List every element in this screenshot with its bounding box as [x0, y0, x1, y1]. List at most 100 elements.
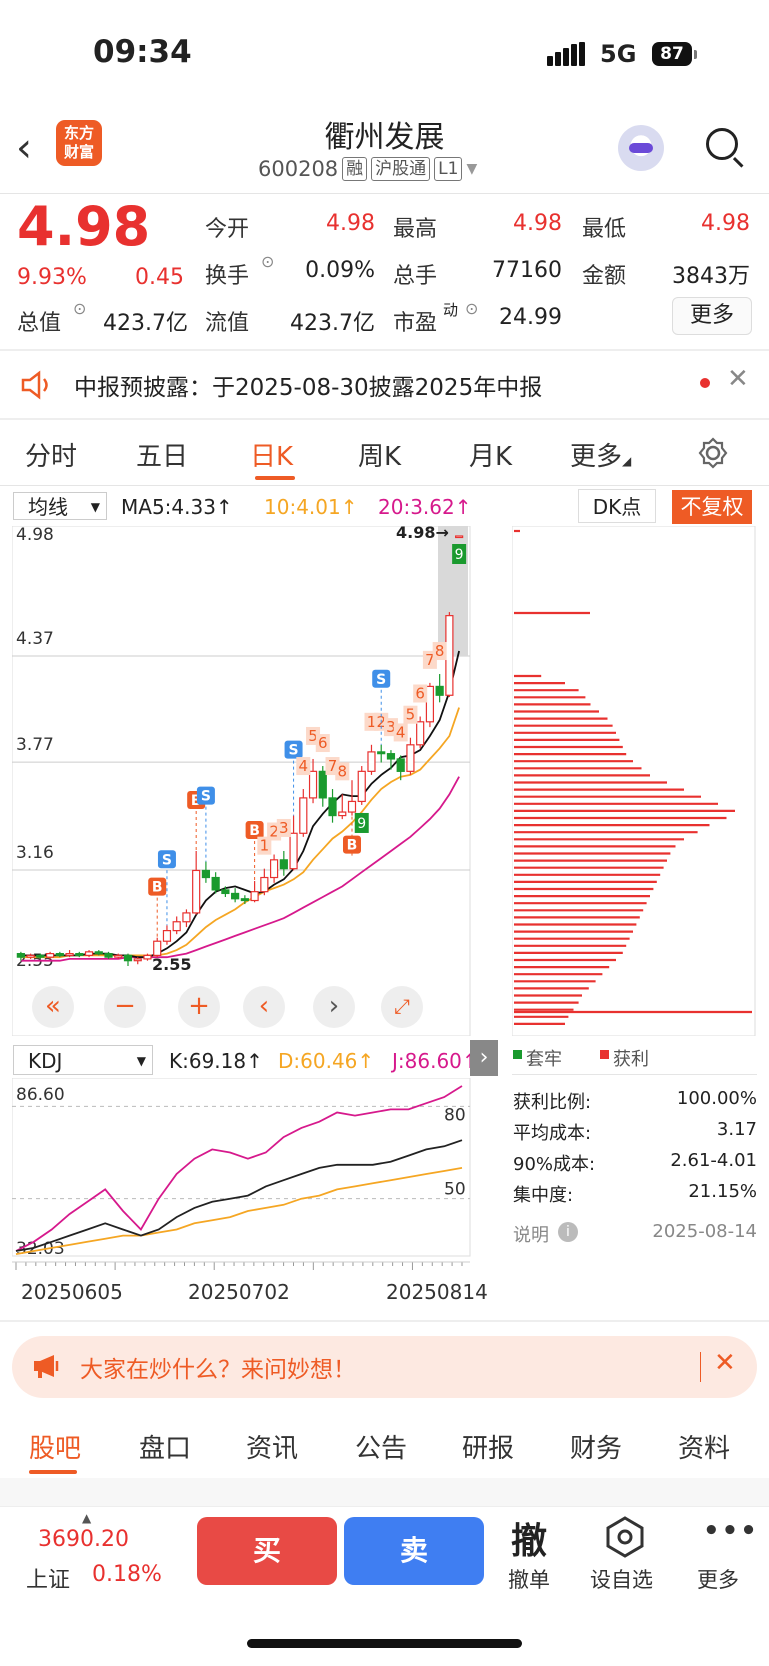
- kdj-k-value: K:69.18↑: [169, 1049, 263, 1073]
- banner-text[interactable]: 大家在炒什么？来问妙想！: [80, 1350, 356, 1384]
- ma5-value: MA5:4.33↑: [121, 495, 233, 519]
- fullscreen-icon[interactable]: ⤢: [381, 986, 423, 1028]
- signal-letter: B: [249, 823, 260, 839]
- search-icon[interactable]: [706, 128, 738, 160]
- kdj-axis-label: 50: [444, 1180, 466, 1200]
- count-number: 6: [318, 734, 328, 752]
- candle-body: [308, 770, 318, 799]
- scroll-left-fast-icon[interactable]: «: [32, 986, 74, 1028]
- candle-body: [65, 953, 74, 956]
- total-cap-value: 423.7亿: [103, 311, 188, 336]
- megaphone-icon: [34, 1355, 59, 1378]
- indicator-selector[interactable]: KDJ ▼: [13, 1045, 153, 1075]
- candle-body: [45, 953, 55, 958]
- divider: [0, 349, 769, 351]
- close-icon[interactable]: ✕: [714, 1348, 736, 1378]
- zoom-out-icon[interactable]: −: [104, 986, 146, 1028]
- kdj-frame: [12, 1078, 471, 1257]
- date-label: 20250702: [188, 1280, 290, 1304]
- note-label[interactable]: 说明: [513, 1221, 549, 1247]
- index-value[interactable]: 3690.20: [38, 1527, 129, 1552]
- info-icon[interactable]: ⊙: [261, 252, 274, 271]
- candle-body: [269, 859, 279, 879]
- tab-daily-k[interactable]: 日K: [250, 436, 293, 473]
- kdj-j-value: J:86.60↑: [392, 1049, 479, 1073]
- candle-body: [289, 832, 298, 870]
- add-watchlist-icon[interactable]: [605, 1516, 645, 1558]
- kdj-chart: 86.60805032.03: [12, 1078, 471, 1270]
- profit-ratio-value: 100.00%: [676, 1088, 757, 1109]
- signal-icon: [547, 42, 587, 66]
- tab-more[interactable]: 更多◢: [570, 436, 631, 473]
- candle-body: [123, 954, 133, 962]
- tab-weekly-k[interactable]: 周K: [358, 436, 401, 473]
- kdj-axis-label: 86.60: [16, 1085, 65, 1105]
- dk-point-button[interactable]: DK点: [578, 489, 656, 523]
- kline-chart[interactable]: 4.984.373.773.162.55BSB SB12 3S45 67 8B91 2S3…: [12, 526, 500, 1036]
- assistant-avatar[interactable]: [618, 125, 664, 171]
- amount-value: 3843万: [672, 264, 750, 289]
- more-dots-icon[interactable]: •••: [703, 1516, 759, 1546]
- active-tab-indicator: [29, 1470, 77, 1474]
- count-number: 8: [337, 762, 347, 780]
- notice-text[interactable]: 中报预披露：于2025-08-30披露2025年中报: [74, 368, 542, 402]
- more-label[interactable]: 更多: [697, 1564, 739, 1594]
- tab-news[interactable]: 资讯: [246, 1428, 298, 1465]
- count-number: 5: [406, 706, 416, 724]
- candle-body: [260, 876, 269, 893]
- more-button[interactable]: 更多: [672, 297, 752, 335]
- candle-body: [377, 751, 386, 755]
- collapse-up-icon[interactable]: ▲: [82, 1511, 91, 1525]
- candle-body: [338, 811, 347, 817]
- close-icon[interactable]: ✕: [727, 364, 749, 394]
- tab-forum[interactable]: 股吧: [29, 1428, 81, 1465]
- info-icon[interactable]: ⊙: [465, 299, 478, 318]
- info-icon[interactable]: ⊙: [73, 299, 86, 318]
- tab-intraday[interactable]: 分时: [25, 436, 77, 473]
- legend-trapped: 套牢: [526, 1049, 562, 1070]
- adjust-button[interactable]: 不复权: [672, 490, 752, 524]
- low-label: 最低: [582, 217, 627, 242]
- sell-button[interactable]: 卖: [344, 1517, 484, 1585]
- expand-panel-icon[interactable]: ›: [470, 1040, 498, 1076]
- legend-profit-swatch: [600, 1050, 609, 1059]
- candle-body: [26, 954, 35, 958]
- candle-body: [231, 892, 240, 900]
- settings-gear-icon[interactable]: [697, 437, 729, 469]
- count-number: 4: [299, 757, 309, 775]
- count-number: 6: [415, 684, 425, 702]
- cost-90-value: 2.61-4.01: [670, 1150, 757, 1171]
- tab-profile[interactable]: 资料: [678, 1428, 730, 1465]
- tab-more-label: 更多: [570, 442, 623, 472]
- date-label: 20250814: [386, 1280, 488, 1304]
- stock-code-row[interactable]: 600208 融 沪股通 L1 ▼: [258, 157, 477, 181]
- scroll-right-icon[interactable]: ›: [313, 986, 355, 1028]
- candle-body: [328, 797, 337, 817]
- speaker-icon: [21, 370, 48, 400]
- candle-body: [75, 953, 84, 956]
- total-cap-label: 总值: [17, 311, 62, 336]
- tab-monthly-k[interactable]: 月K: [469, 436, 512, 473]
- tab-five-day[interactable]: 五日: [136, 436, 188, 473]
- ma-selector[interactable]: 均线 ▼: [13, 492, 107, 520]
- tab-finance[interactable]: 财务: [570, 1428, 622, 1465]
- info-icon[interactable]: i: [558, 1222, 578, 1242]
- low-value: 4.98: [701, 211, 750, 236]
- candle-body: [16, 953, 25, 958]
- zoom-in-icon[interactable]: +: [178, 986, 220, 1028]
- battery-icon: 87: [652, 42, 692, 66]
- legend-profit: 获利: [613, 1049, 649, 1070]
- cancel-order-icon[interactable]: 撤: [511, 1512, 547, 1564]
- add-watchlist-label[interactable]: 设自选: [590, 1564, 653, 1594]
- index-name[interactable]: 上证: [26, 1562, 70, 1594]
- kdj-d-value: D:60.46↑: [278, 1049, 375, 1073]
- cancel-order-label[interactable]: 撤单: [508, 1564, 550, 1594]
- index-percent[interactable]: 0.18%: [92, 1562, 162, 1587]
- tab-announcements[interactable]: 公告: [355, 1428, 407, 1465]
- buy-button[interactable]: 买: [197, 1517, 337, 1585]
- scroll-left-icon[interactable]: ‹: [243, 986, 285, 1028]
- tab-research[interactable]: 研报: [462, 1428, 514, 1465]
- price-axis-label: 4.98: [16, 526, 54, 545]
- tag-connect: 沪股通: [371, 157, 431, 181]
- tab-orderbook[interactable]: 盘口: [139, 1428, 191, 1465]
